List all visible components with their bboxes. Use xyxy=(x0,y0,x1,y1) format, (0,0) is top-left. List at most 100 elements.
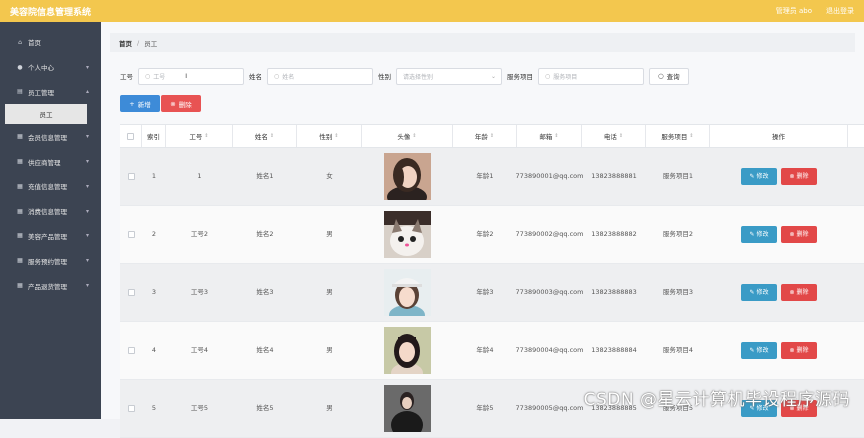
query-button[interactable]: ○查询 xyxy=(649,68,689,85)
sidebar-item-home[interactable]: ⌂首页 xyxy=(0,30,101,55)
add-button-label: 新增 xyxy=(138,99,151,109)
chevron-down-icon: ▾ xyxy=(86,183,89,190)
table-row: 1 1 姓名1 女 年龄1 773890001@qq.com 138238888… xyxy=(120,148,864,206)
trash-icon: ⊗ xyxy=(789,171,794,182)
chevron-up-icon: ▴ xyxy=(86,88,89,95)
current-user[interactable]: 管理员 abo xyxy=(776,6,812,16)
cell-name: 姓名1 xyxy=(233,148,297,205)
cell-actions: ✎修改 ⊗删除 xyxy=(710,322,848,379)
cell-service: 服务项目4 xyxy=(646,322,710,379)
gonghao-placeholder: 工号 xyxy=(153,72,165,81)
sidebar-item-consumption[interactable]: ▦消费信息管理▾ xyxy=(0,199,101,224)
breadcrumb-home[interactable]: 首页 xyxy=(119,38,132,48)
cell-gender: 女 xyxy=(297,148,362,205)
cell-index: 2 xyxy=(142,206,166,263)
header-age[interactable]: 年龄⇕ xyxy=(453,125,517,147)
app-title: 美容院信息管理系统 xyxy=(10,5,91,18)
sidebar-item-label: 美容产品管理 xyxy=(28,231,67,241)
sidebar-item-staff[interactable]: ▤员工管理▴ xyxy=(0,80,101,105)
edit-button[interactable]: ✎修改 xyxy=(741,284,777,301)
cell-phone: 13823888882 xyxy=(582,206,646,263)
batch-delete-button[interactable]: ⊗删除 xyxy=(161,95,201,112)
cell-email: 773890003@qq.com xyxy=(517,264,582,321)
sidebar-item-label: 产品退货管理 xyxy=(28,281,67,291)
trash-icon: ⊗ xyxy=(789,345,794,356)
sidebar-item-suppliers[interactable]: ▦供应商管理▾ xyxy=(0,149,101,174)
grid-icon: ▦ xyxy=(16,183,24,190)
cell-email: 773890002@qq.com xyxy=(517,206,582,263)
edit-button[interactable]: ✎修改 xyxy=(741,342,777,359)
header-service[interactable]: 服务项目⇕ xyxy=(646,125,710,147)
cell-gender: 男 xyxy=(297,206,362,263)
sidebar-item-profile[interactable]: ●个人中心▾ xyxy=(0,55,101,80)
avatar[interactable] xyxy=(384,211,431,258)
add-button[interactable]: +新增 xyxy=(120,95,160,112)
action-bar: +新增 ⊗删除 xyxy=(120,95,201,112)
chevron-down-icon: ▾ xyxy=(86,232,89,239)
sidebar-item-label: 供应商管理 xyxy=(28,157,61,167)
delete-button[interactable]: ⊗删除 xyxy=(781,168,817,185)
edit-button[interactable]: ✎修改 xyxy=(741,226,777,243)
edit-icon: ✎ xyxy=(749,171,754,182)
header-gonghao[interactable]: 工号⇕ xyxy=(166,125,233,147)
delete-button[interactable]: ⊗删除 xyxy=(781,284,817,301)
row-checkbox[interactable] xyxy=(128,289,135,296)
select-all-cell xyxy=(120,125,142,147)
cell-phone: 13823888884 xyxy=(582,322,646,379)
row-checkbox[interactable] xyxy=(128,231,135,238)
header-avatar[interactable]: 头像⇕ xyxy=(362,125,453,147)
user-icon: ● xyxy=(16,64,24,71)
row-checkbox[interactable] xyxy=(128,347,135,354)
search-icon: ○ xyxy=(274,73,279,80)
trash-icon: ⊗ xyxy=(789,229,794,240)
breadcrumb-current: 员工 xyxy=(144,38,157,48)
sidebar-item-label: 个人中心 xyxy=(28,62,54,72)
sidebar-item-members[interactable]: ▦会员信息管理▾ xyxy=(0,124,101,149)
chevron-down-icon: ▾ xyxy=(86,158,89,165)
cell-actions: ✎修改 ⊗删除 xyxy=(710,206,848,263)
logout-link[interactable]: 退出登录 xyxy=(826,6,854,16)
chevron-down-icon: ▾ xyxy=(86,282,89,289)
cell-actions: ✎修改 ⊗删除 xyxy=(710,264,848,321)
gender-placeholder: 请选择性别 xyxy=(403,72,433,81)
row-checkbox[interactable] xyxy=(128,405,135,412)
sidebar-item-label: 服务预约管理 xyxy=(28,256,67,266)
sidebar-item-recharge[interactable]: ▦充值信息管理▾ xyxy=(0,174,101,199)
sidebar-item-returns[interactable]: ▦产品退货管理▾ xyxy=(0,273,101,298)
sort-icon: ⇕ xyxy=(554,133,558,139)
avatar[interactable] xyxy=(384,153,431,200)
select-all-checkbox[interactable] xyxy=(127,133,134,140)
edit-button[interactable]: ✎修改 xyxy=(741,168,777,185)
sidebar-item-appointments[interactable]: ▦服务预约管理▾ xyxy=(0,248,101,273)
cell-email: 773890005@qq.com xyxy=(517,380,582,437)
avatar[interactable] xyxy=(384,385,431,432)
delete-button[interactable]: ⊗删除 xyxy=(781,226,817,243)
gender-label: 性别 xyxy=(378,71,391,81)
header-email[interactable]: 邮箱⇕ xyxy=(517,125,582,147)
sidebar-subitem-staff[interactable]: 员工 xyxy=(5,104,87,124)
cell-age: 年龄3 xyxy=(453,264,517,321)
home-icon: ⌂ xyxy=(16,39,24,46)
service-input[interactable]: ○服务项目 xyxy=(538,68,644,85)
name-label: 姓名 xyxy=(249,71,262,81)
table-row: 3 工号3 姓名3 男 年龄3 773890003@qq.com 1382388… xyxy=(120,264,864,322)
sort-icon: ⇕ xyxy=(204,133,208,139)
edit-icon: ✎ xyxy=(749,229,754,240)
avatar[interactable] xyxy=(384,327,431,374)
cell-gonghao: 工号2 xyxy=(166,206,233,263)
name-placeholder: 姓名 xyxy=(282,72,294,81)
header-phone[interactable]: 电话⇕ xyxy=(582,125,646,147)
sidebar-item-label: 消费信息管理 xyxy=(28,206,67,216)
chevron-down-icon: ⌄ xyxy=(491,73,496,80)
delete-button[interactable]: ⊗删除 xyxy=(781,342,817,359)
header-gender[interactable]: 性别⇕ xyxy=(297,125,362,147)
avatar[interactable] xyxy=(384,269,431,316)
top-bar-right: 管理员 abo 退出登录 xyxy=(776,6,854,16)
header-name[interactable]: 姓名⇕ xyxy=(233,125,297,147)
gonghao-input[interactable]: ○工号I xyxy=(138,68,244,85)
sidebar-item-products[interactable]: ▦美容产品管理▾ xyxy=(0,224,101,249)
gender-select[interactable]: 请选择性别 ⌄ xyxy=(396,68,502,85)
name-input[interactable]: ○姓名 xyxy=(267,68,373,85)
row-checkbox[interactable] xyxy=(128,173,135,180)
chevron-down-icon: ▾ xyxy=(86,257,89,264)
